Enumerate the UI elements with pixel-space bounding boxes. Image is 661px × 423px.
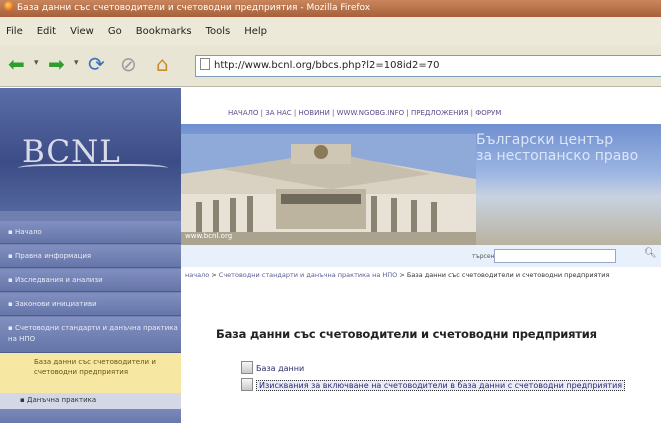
menu-file[interactable]: File	[6, 26, 23, 37]
topnav-proposals[interactable]: ПРЕДЛОЖЕНИЯ	[411, 109, 468, 117]
forward-arrow-icon[interactable]: ➡	[48, 54, 65, 74]
search-icon[interactable]: 🔍︎	[644, 248, 657, 259]
database-link[interactable]: База данни	[241, 361, 304, 374]
url-text: http://www.bcnl.org/bbcs.php?l2=108id2=7…	[214, 60, 440, 71]
sidebar-subitem-database[interactable]: База данни със счетоводители и счетоводн…	[0, 353, 181, 393]
menu-bookmarks[interactable]: Bookmarks	[136, 26, 192, 37]
breadcrumb-home[interactable]: начало	[185, 271, 209, 279]
document-icon	[241, 361, 253, 374]
banner-line-1: Български център	[476, 132, 614, 148]
window-title: База данни със счетоводители и счетоводн…	[17, 3, 371, 13]
menu-bar: File Edit View Go Bookmarks Tools Help	[0, 17, 661, 45]
menu-edit[interactable]: Edit	[37, 26, 56, 37]
top-navigation: НАЧАЛО | ЗА НАС | НОВИНИ | WWW.NGOBG.INF…	[181, 102, 661, 124]
forward-dropdown[interactable]: ▾	[74, 58, 79, 68]
sidebar-item-accounting[interactable]: ▪ Счетоводни стандарти и данъчна практик…	[0, 317, 181, 353]
document-icon	[241, 378, 253, 391]
page-content: BCNL ▪ Начало ▪ Правна информация ▪ Изсл…	[0, 88, 661, 423]
sidebar: BCNL ▪ Начало ▪ Правна информация ▪ Изсл…	[0, 88, 181, 423]
breadcrumb: начало > Счетоводни стандарти и данъчна …	[185, 271, 610, 279]
topnav-news[interactable]: НОВИНИ	[299, 109, 330, 117]
sidebar-item-initiatives[interactable]: ▪ Законови инициативи	[0, 293, 181, 316]
banner-line-2: за нестопанско право	[476, 148, 639, 164]
home-icon[interactable]: ⌂	[156, 54, 169, 74]
browser-window: База данни със счетоводители и счетоводн…	[0, 0, 661, 423]
stop-icon[interactable]: ⊘	[120, 54, 137, 74]
requirements-link[interactable]: Изисквания за включване на счетоводители…	[241, 378, 626, 391]
page-icon	[200, 58, 210, 70]
search-input[interactable]	[494, 249, 616, 263]
banner-url: www.bcnl.org	[185, 232, 233, 240]
back-dropdown[interactable]: ▾	[34, 58, 39, 68]
logo-swoosh	[18, 164, 168, 172]
logo-area: BCNL	[0, 88, 181, 211]
menu-view[interactable]: View	[70, 26, 94, 37]
main-column: НАЧАЛО | ЗА НАС | НОВИНИ | WWW.NGOBG.INF…	[181, 88, 661, 423]
sidebar-item-home[interactable]: ▪ Начало	[0, 221, 181, 244]
page-title: База данни със счетоводители и счетоводн…	[216, 327, 597, 341]
title-bar: База данни със счетоводители и счетоводн…	[0, 0, 661, 17]
topnav-ngobg[interactable]: WWW.NGOBG.INFO	[337, 109, 405, 117]
sidebar-subitem-tax[interactable]: ▪ Данъчна практика	[0, 393, 181, 409]
sidebar-item-more[interactable]	[0, 409, 181, 423]
banner-title: Български център за нестопанско право	[476, 132, 661, 164]
sidebar-item-legal[interactable]: ▪ Правна информация	[0, 245, 181, 268]
sidebar-item-research[interactable]: ▪ Изследвания и анализи	[0, 269, 181, 292]
menu-help[interactable]: Help	[244, 26, 267, 37]
topnav-forum[interactable]: ФОРУМ	[475, 109, 501, 117]
header-banner: Български център за нестопанско право ww…	[181, 124, 661, 245]
parliament-building-image	[181, 134, 476, 245]
breadcrumb-current: База данни със счетоводители и счетоводн…	[406, 271, 610, 279]
navigation-toolbar: ⬅ ▾ ➡ ▾ ⟳ ⊘ ⌂ http://www.bcnl.org/bbcs.p…	[0, 45, 661, 87]
topnav-about[interactable]: ЗА НАС	[265, 109, 291, 117]
back-arrow-icon[interactable]: ⬅	[8, 54, 25, 74]
menu-tools[interactable]: Tools	[206, 26, 231, 37]
reload-icon[interactable]: ⟳	[88, 54, 105, 74]
topnav-home[interactable]: НАЧАЛО	[228, 109, 258, 117]
url-field[interactable]: http://www.bcnl.org/bbcs.php?l2=108id2=7…	[195, 55, 661, 77]
breadcrumb-section[interactable]: Счетоводни стандарти и данъчна практика …	[219, 271, 397, 279]
firefox-icon	[4, 1, 14, 11]
menu-go[interactable]: Go	[108, 26, 122, 37]
